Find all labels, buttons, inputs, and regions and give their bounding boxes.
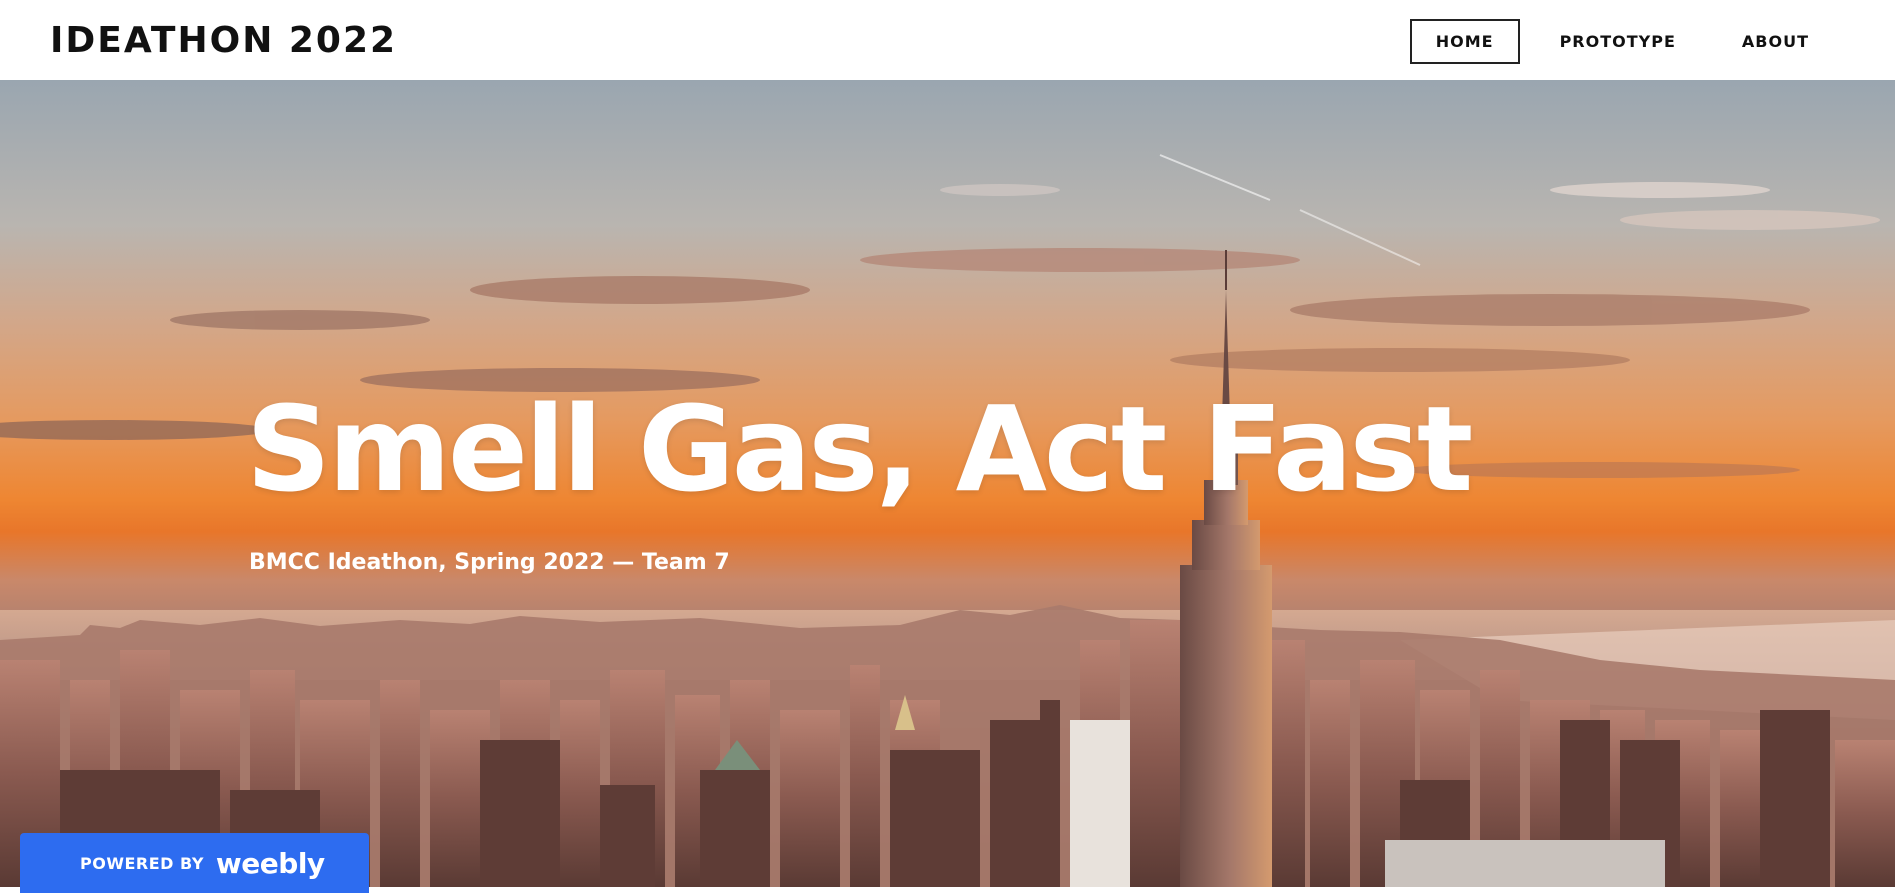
powered-by-label: POWERED BY — [80, 853, 204, 873]
main-nav: HOME PROTOTYPE ABOUT — [1396, 19, 1835, 64]
nav-item-home[interactable]: HOME — [1409, 19, 1520, 64]
hero-heading: Smell Gas, Act Fast — [246, 380, 1473, 518]
tower — [1180, 250, 1272, 887]
weebly-logo: weebly — [215, 846, 325, 880]
hero-subtitle: BMCC Ideathon, Spring 2022 — Team 7 — [249, 550, 730, 575]
nav-item-prototype[interactable]: PROTOTYPE — [1534, 19, 1702, 64]
hero-banner: Smell Gas, Act Fast BMCC Ideathon, Sprin… — [0, 80, 1895, 887]
site-header: IDEATHON 2022 HOME PROTOTYPE ABOUT — [0, 0, 1895, 80]
site-title[interactable]: IDEATHON 2022 — [50, 20, 397, 61]
powered-by-weebly-badge[interactable]: POWERED BY weebly — [20, 833, 369, 893]
nav-item-about[interactable]: ABOUT — [1716, 19, 1835, 64]
